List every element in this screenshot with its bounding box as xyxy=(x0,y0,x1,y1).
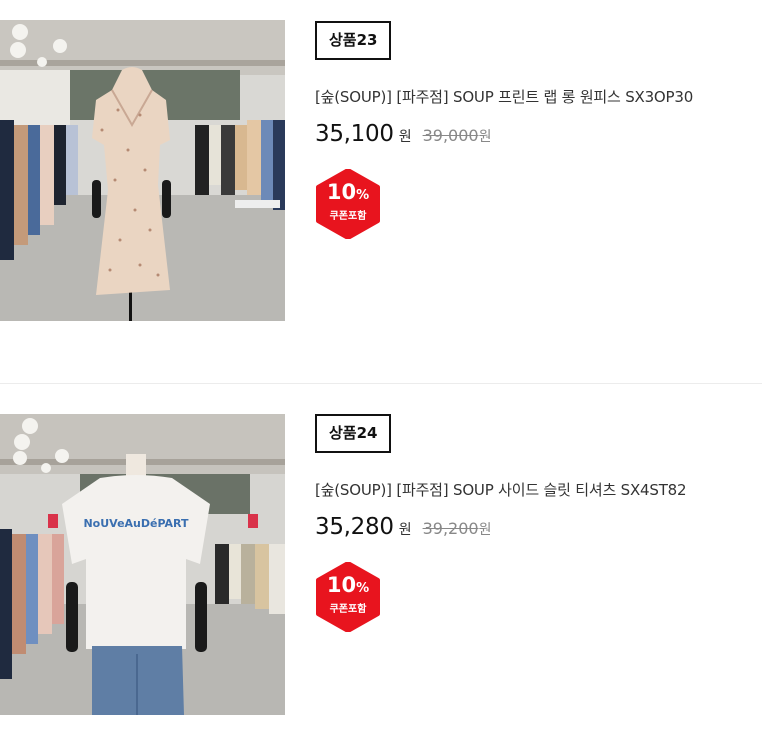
svg-text:NoUVeAuDéPART: NoUVeAuDéPART xyxy=(83,517,189,530)
product-info: 상품24 [숲(SOUP)] [파주점] SOUP 사이드 슬릿 티셔츠 SX4… xyxy=(315,414,687,632)
product-number-badge: 상품23 xyxy=(315,21,392,60)
product-number-badge: 상품24 xyxy=(315,414,392,453)
sale-price: 35,100 xyxy=(315,121,394,147)
price-row: 35,280 원 39,200 원 xyxy=(315,514,686,540)
product-image-dress[interactable] xyxy=(0,20,285,321)
discount-percent: 10% xyxy=(326,180,370,204)
discount-percent: 10% xyxy=(326,573,370,597)
product-info: 상품23 [숲(SOUP)] [파주점] SOUP 프린트 랩 롱 원피스 SX… xyxy=(315,21,693,239)
product-name[interactable]: [숲(SOUP)] [파주점] SOUP 사이드 슬릿 티셔츠 SX4ST82 xyxy=(315,479,687,500)
original-price-unit: 원 xyxy=(478,129,492,145)
coupon-label: 쿠폰포함 xyxy=(329,211,367,222)
coupon-discount-badge: 10% 쿠폰포함 xyxy=(315,562,381,632)
sale-price: 35,280 xyxy=(315,514,394,540)
original-price: 39,000 xyxy=(422,126,479,145)
product-image-tshirt[interactable]: NoUVeAuDéPART xyxy=(0,414,285,715)
coupon-discount-badge: 10% 쿠폰포함 xyxy=(315,169,381,239)
sale-price-unit: 원 xyxy=(398,129,412,145)
price-row: 35,100 원 39,000 원 xyxy=(315,121,693,147)
original-price: 39,200 xyxy=(422,519,479,538)
product-item[interactable]: 상품23 [숲(SOUP)] [파주점] SOUP 프린트 랩 롱 원피스 SX… xyxy=(0,0,762,383)
product-name[interactable]: [숲(SOUP)] [파주점] SOUP 프린트 랩 롱 원피스 SX3OP30 xyxy=(315,86,693,107)
product-item[interactable]: NoUVeAuDéPART 상품24 [숲(SOUP)] [파주점] SOUP … xyxy=(0,383,762,736)
sale-price-unit: 원 xyxy=(398,522,412,538)
original-price-unit: 원 xyxy=(478,522,492,538)
coupon-label: 쿠폰포함 xyxy=(329,604,367,615)
